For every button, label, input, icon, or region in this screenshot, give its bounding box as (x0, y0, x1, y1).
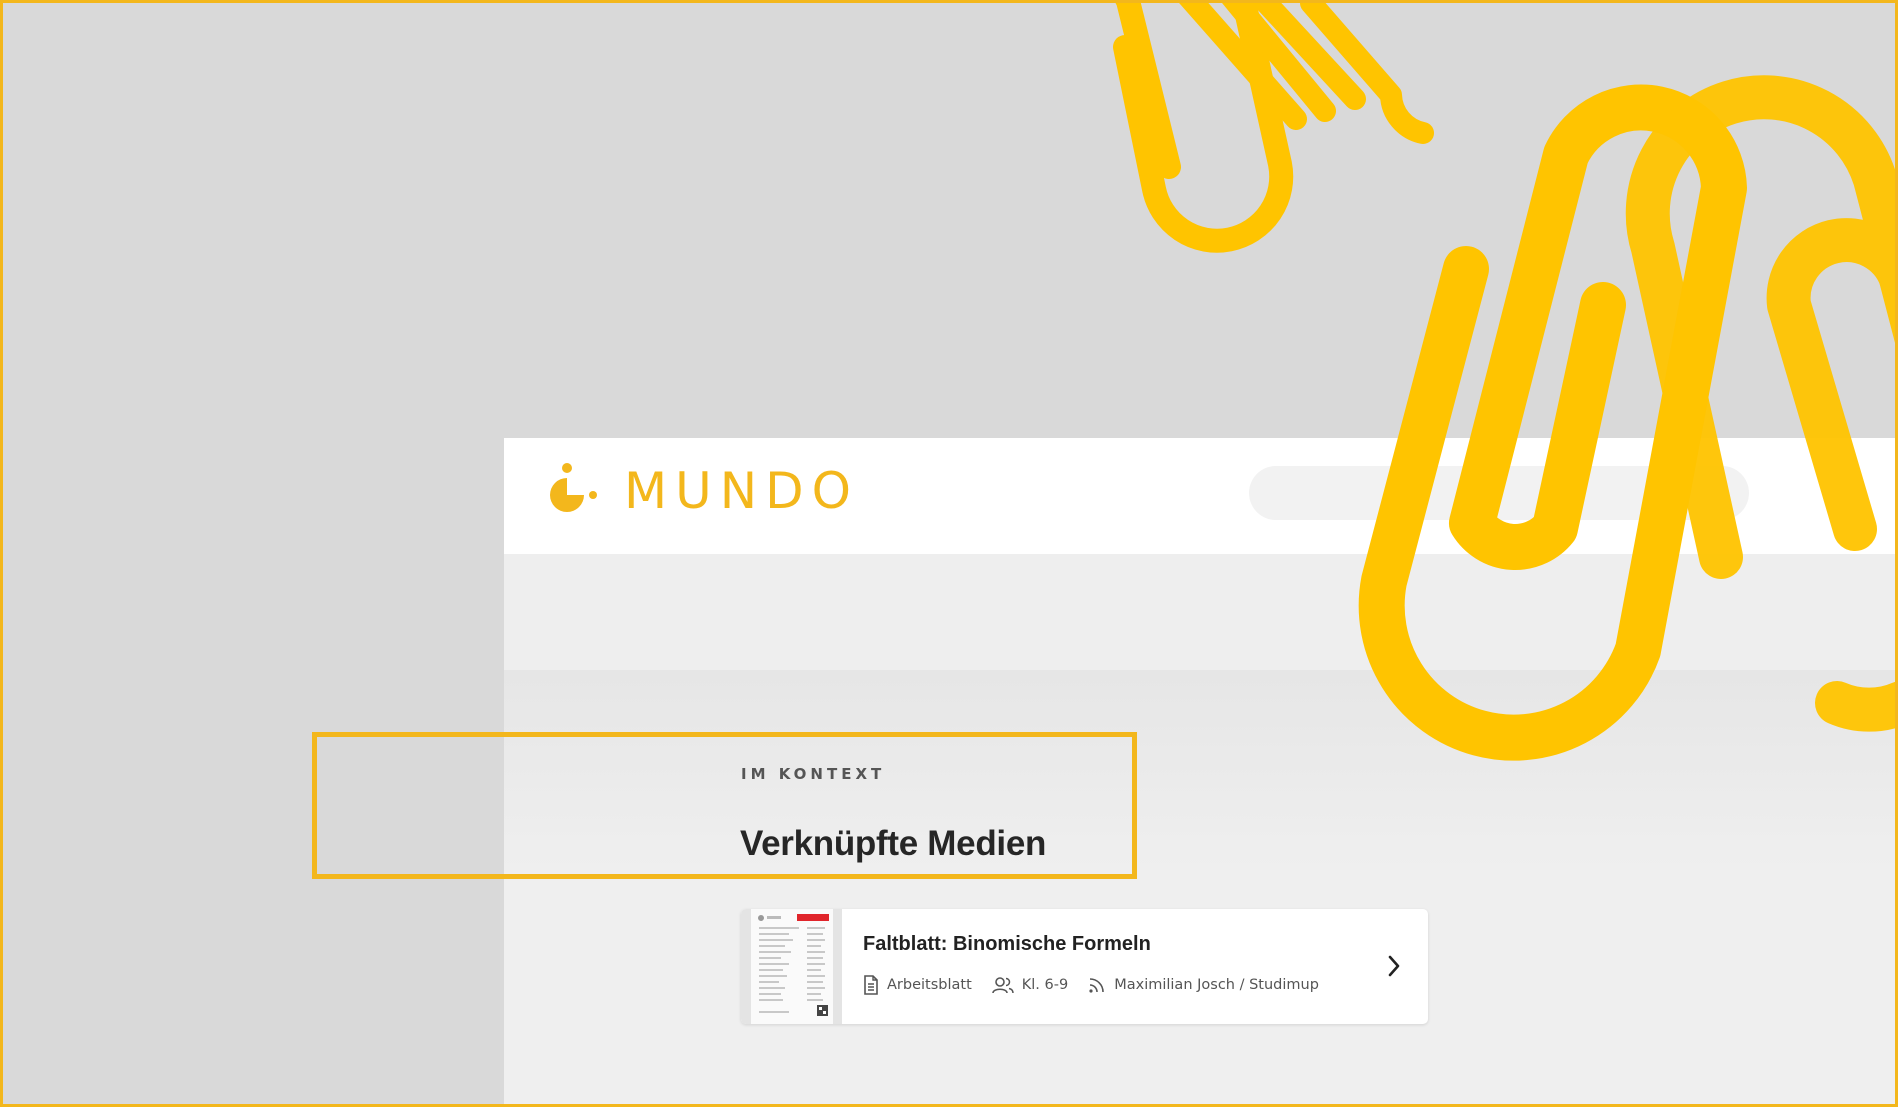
meta-type-label: Arbeitsblatt (887, 977, 972, 993)
linked-media-card[interactable]: Faltblatt: Binomische Formeln Arbeitsbla… (741, 909, 1428, 1024)
section-title: Verknüpfte Medien (740, 824, 1047, 863)
chevron-right-icon[interactable] (1382, 951, 1406, 981)
rss-icon (1089, 978, 1105, 993)
media-title[interactable]: Faltblatt: Binomische Formeln (863, 933, 1151, 956)
brand-wordmark[interactable]: MUNDO (624, 466, 859, 516)
meta-grade: Kl. 6-9 (991, 976, 1069, 994)
section-kicker: IM KONTEXT (741, 765, 886, 783)
app-window: MUNDO IM KONTEXT Verknüpfte Medien Faltb… (504, 438, 1895, 1104)
users-icon (991, 977, 1014, 994)
thumbnail-page (751, 909, 833, 1024)
app-header: MUNDO (504, 438, 1895, 554)
section-background (504, 670, 1895, 870)
hero-band (504, 554, 1895, 670)
meta-source: Maximilian Josch / Studimup (1088, 976, 1319, 994)
meta-grade-label: Kl. 6-9 (1021, 977, 1069, 993)
mundo-logo-icon[interactable] (546, 460, 610, 530)
paperclip-icon (1113, 3, 1294, 253)
worksheet-thumbnail (741, 909, 842, 1024)
paperclip-icon (1179, 3, 1434, 144)
thumbnail-preview-icon (758, 914, 829, 1016)
search-input[interactable] (1249, 466, 1749, 520)
meta-source-label: Maximilian Josch / Studimup (1114, 977, 1319, 993)
meta-type: Arbeitsblatt (863, 975, 972, 995)
media-meta: Arbeitsblatt Kl. 6-9 Maximilian Josch / … (863, 975, 1339, 995)
document-icon (864, 975, 878, 995)
promo-canvas: MUNDO IM KONTEXT Verknüpfte Medien Faltb… (0, 0, 1898, 1107)
